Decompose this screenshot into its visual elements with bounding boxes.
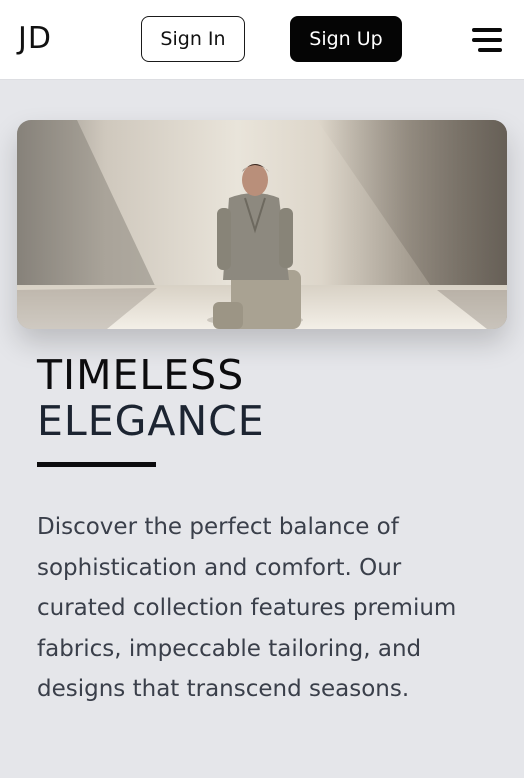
brand-logo[interactable]: JD [18, 22, 52, 56]
top-navigation-bar: JD Sign In Sign Up [0, 0, 524, 79]
hamburger-menu-icon[interactable] [468, 24, 508, 56]
title-line-timeless: TIMELESS [37, 351, 245, 399]
sign-up-button[interactable]: Sign Up [290, 16, 402, 62]
hero-image [17, 120, 507, 329]
page-title: TIMELESS ELEGANCE [37, 352, 265, 444]
sign-in-button[interactable]: Sign In [141, 16, 245, 62]
description-text: Discover the perfect balance of sophisti… [37, 514, 457, 702]
title-underline-divider [37, 462, 156, 467]
title-line-elegance: ELEGANCE [37, 397, 265, 445]
